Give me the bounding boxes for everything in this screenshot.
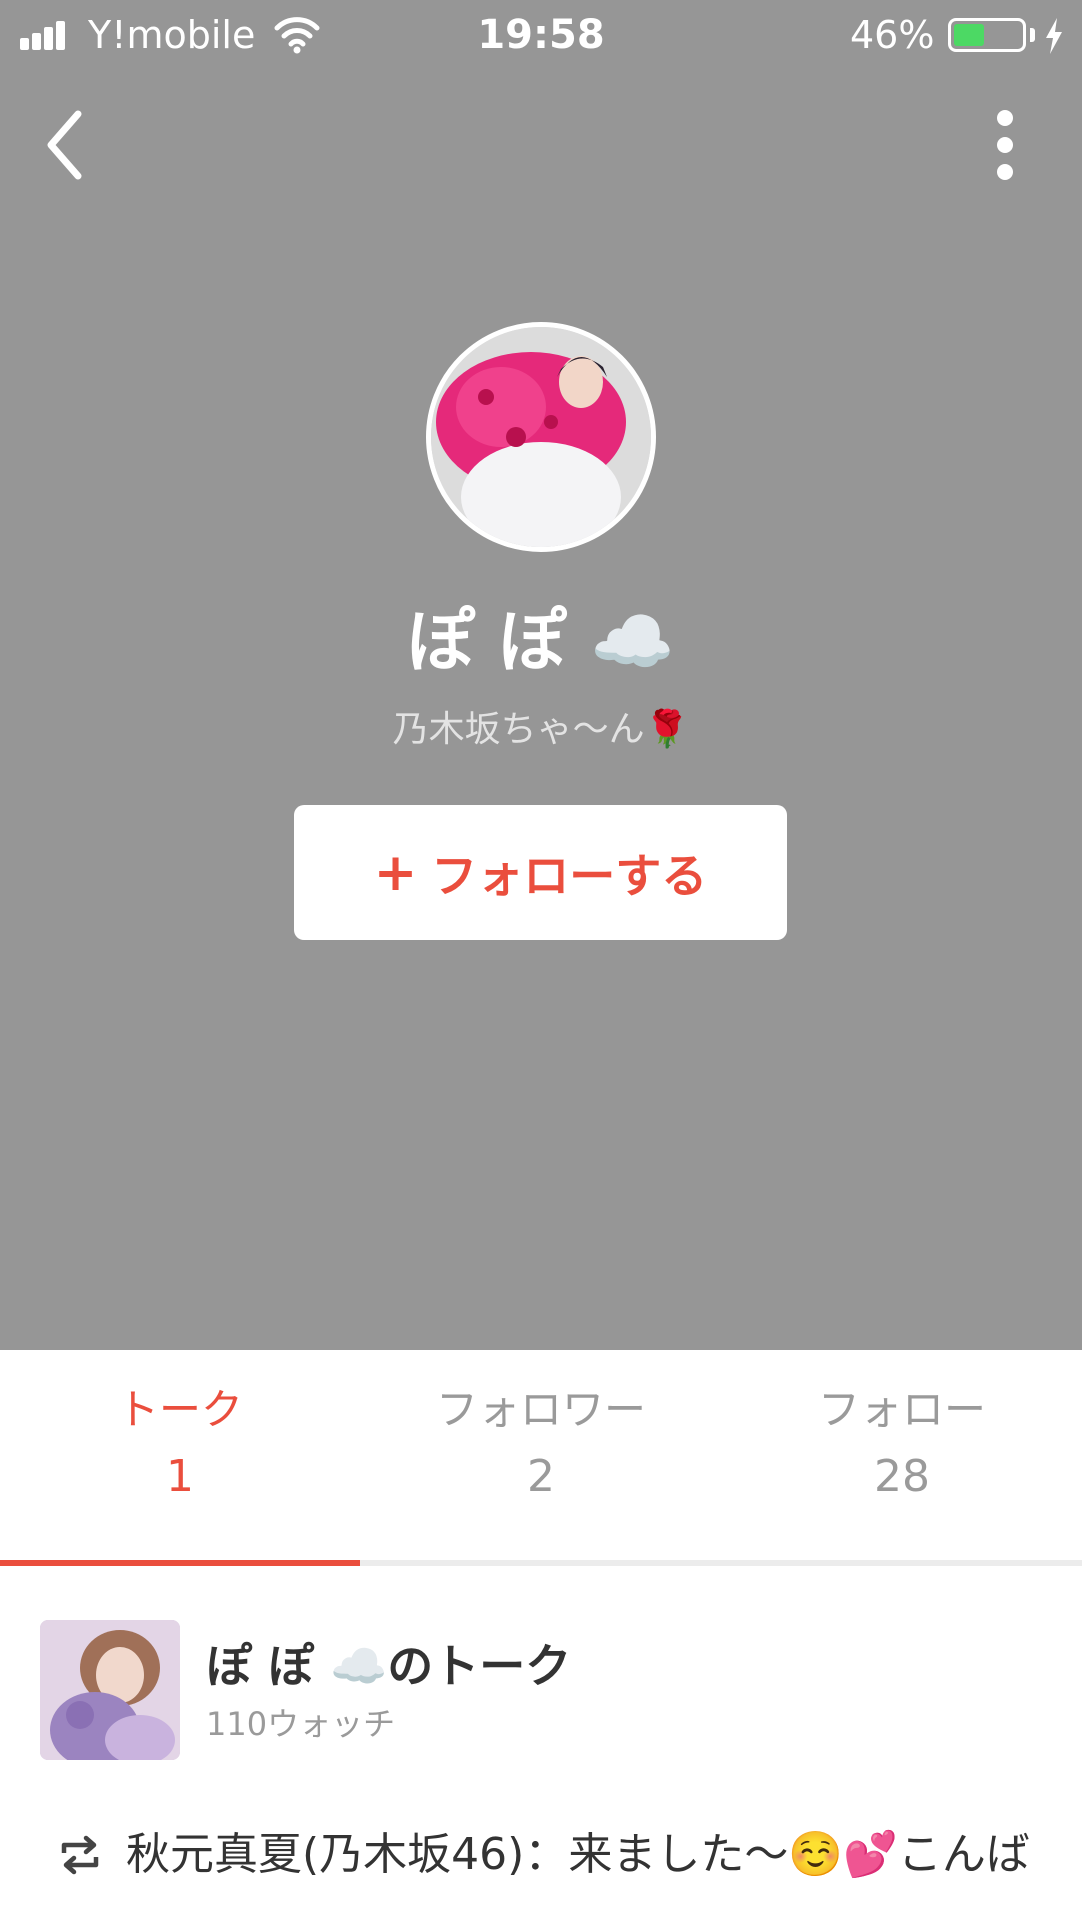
- profile-header: Y!mobile 19:58 46% ぽ ぽ ☁️ 乃木坂ちゃ〜ん🌹 + フォロ…: [0, 0, 1082, 1350]
- talk-thumbnail[interactable]: [40, 1620, 180, 1760]
- talk-latest-message[interactable]: 秋元真夏(乃木坂46)：来ました〜☺️💕こんば: [56, 1820, 1066, 1890]
- talk-watch-count: 110ウォッチ: [206, 1705, 396, 1743]
- avatar-photo: [431, 327, 651, 547]
- talk-title[interactable]: ぽ ぽ ☁️のトーク: [206, 1635, 571, 1697]
- battery-icon: [948, 18, 1026, 52]
- tab-talk-label: トーク: [116, 1385, 243, 1434]
- follow-button-label: フォローする: [431, 848, 708, 903]
- tab-followers-count: 2: [527, 1451, 555, 1502]
- tab-indicator-active: [0, 1560, 360, 1566]
- more-options-button[interactable]: [975, 100, 1035, 190]
- tab-followers-label: フォロワー: [435, 1385, 646, 1434]
- tab-talk-count: 1: [166, 1451, 194, 1502]
- battery-percentage: 46%: [850, 13, 935, 57]
- tab-following-count: 28: [874, 1451, 930, 1502]
- plus-icon: +: [373, 842, 418, 903]
- battery-level-fill: [954, 24, 984, 46]
- profile-avatar[interactable]: [426, 322, 656, 552]
- talk-latest-text: 秋元真夏(乃木坂46)：来ました〜☺️💕こんば: [126, 1829, 1030, 1880]
- battery-cap: [1030, 28, 1035, 42]
- tab-following[interactable]: フォロー 28: [722, 1380, 1082, 1512]
- profile-name: ぽ ぽ ☁️: [406, 603, 676, 682]
- profile-tabs: トーク 1 フォロワー 2 フォロー 28: [0, 1380, 1082, 1530]
- follow-button[interactable]: + フォローする: [294, 805, 787, 940]
- more-vertical-icon: [997, 110, 1013, 180]
- tab-following-label: フォロー: [817, 1385, 986, 1434]
- chevron-left-icon: [47, 110, 82, 180]
- tab-talk[interactable]: トーク 1: [0, 1380, 360, 1512]
- tab-followers[interactable]: フォロワー 2: [361, 1380, 721, 1512]
- talk-thumbnail-photo: [40, 1620, 180, 1760]
- profile-bio: 乃木坂ちゃ〜ん🌹: [392, 709, 690, 750]
- repost-icon: [61, 1835, 99, 1875]
- tab-indicator-track: [0, 1560, 1082, 1566]
- back-button[interactable]: [30, 100, 100, 190]
- charging-bolt-icon: [1046, 18, 1062, 54]
- status-bar: Y!mobile 19:58 46%: [0, 0, 1082, 70]
